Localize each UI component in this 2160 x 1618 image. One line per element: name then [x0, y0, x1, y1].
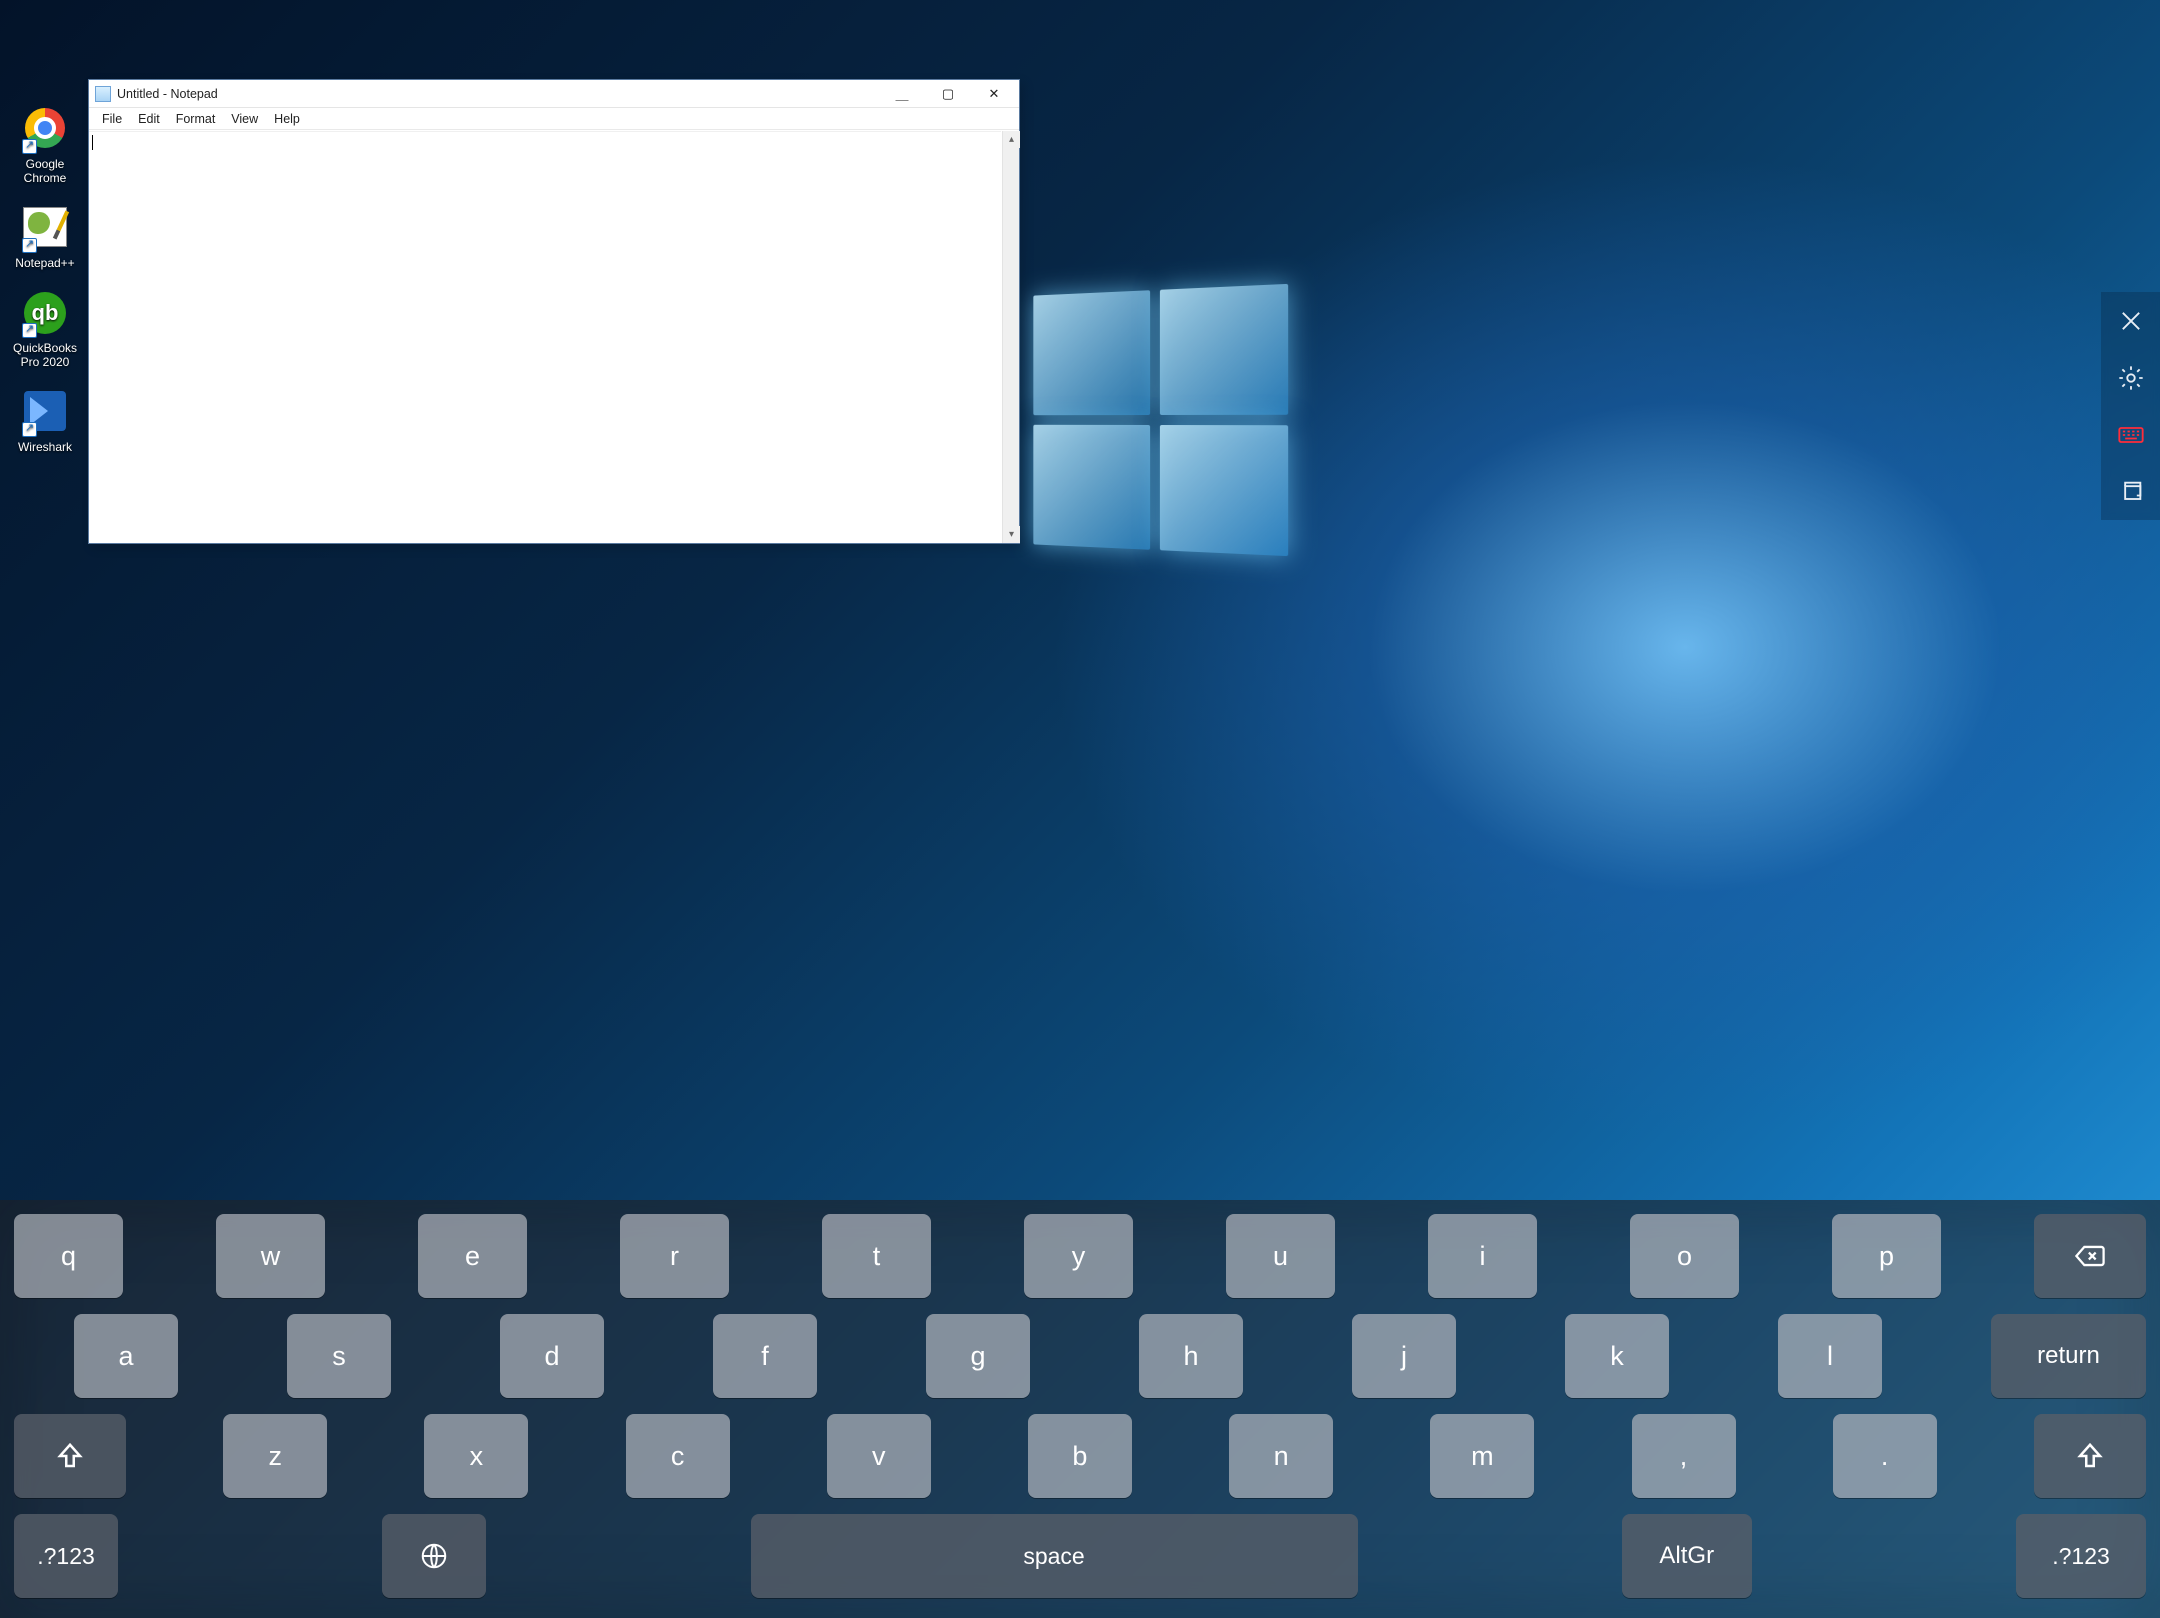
notepad-window: Untitled - Notepad ＿ ▢ ✕ File Edit Forma…	[88, 79, 1020, 544]
text-caret	[92, 135, 93, 150]
key-d[interactable]: d	[500, 1314, 604, 1398]
menu-bar: File Edit Format View Help	[89, 108, 1019, 130]
key-period[interactable]: .	[1833, 1414, 1937, 1498]
key-numbers-right[interactable]: .?123	[2016, 1514, 2146, 1598]
menu-format[interactable]: Format	[169, 110, 223, 128]
panel-keyboard-button[interactable]	[2101, 406, 2160, 463]
gear-icon	[2117, 364, 2145, 392]
close-icon	[2117, 307, 2145, 335]
shortcut-arrow-icon	[22, 139, 37, 154]
key-p[interactable]: p	[1832, 1214, 1941, 1298]
key-a[interactable]: a	[74, 1314, 178, 1398]
menu-file[interactable]: File	[95, 110, 129, 128]
key-shift-left[interactable]	[14, 1414, 126, 1498]
key-q[interactable]: q	[14, 1214, 123, 1298]
key-v[interactable]: v	[827, 1414, 931, 1498]
key-i[interactable]: i	[1428, 1214, 1537, 1298]
key-j[interactable]: j	[1352, 1314, 1456, 1398]
key-shift-right[interactable]	[2034, 1414, 2146, 1498]
menu-help[interactable]: Help	[267, 110, 307, 128]
maximize-button[interactable]: ▢	[925, 80, 971, 108]
shift-icon	[2073, 1441, 2107, 1471]
scroll-down-icon[interactable]: ▾	[1003, 526, 1020, 543]
panel-close-button[interactable]	[2101, 292, 2160, 349]
key-numbers-left[interactable]: .?123	[14, 1514, 118, 1598]
key-r[interactable]: r	[620, 1214, 729, 1298]
key-n[interactable]: n	[1229, 1414, 1333, 1498]
key-m[interactable]: m	[1430, 1414, 1534, 1498]
desktop-icon-label: Google Chrome	[6, 157, 84, 185]
key-x[interactable]: x	[424, 1414, 528, 1498]
key-z[interactable]: z	[223, 1414, 327, 1498]
key-globe[interactable]	[382, 1514, 486, 1598]
desktop-icon-quickbooks[interactable]: qb QuickBooks Pro 2020	[6, 292, 84, 369]
notepad-app-icon	[95, 86, 111, 102]
window-title: Untitled - Notepad	[117, 87, 218, 101]
keyboard-icon	[2117, 421, 2145, 449]
desktop-icon-label: Notepad++	[6, 256, 84, 270]
key-backspace[interactable]	[2034, 1214, 2146, 1298]
key-k[interactable]: k	[1565, 1314, 1669, 1398]
key-h[interactable]: h	[1139, 1314, 1243, 1398]
key-u[interactable]: u	[1226, 1214, 1335, 1298]
key-o[interactable]: o	[1630, 1214, 1739, 1298]
desktop-icon-notepadpp[interactable]: Notepad++	[6, 207, 84, 270]
desktop-icon-label: QuickBooks Pro 2020	[6, 341, 84, 369]
text-editor-area[interactable]	[89, 131, 1001, 543]
key-s[interactable]: s	[287, 1314, 391, 1398]
globe-icon	[419, 1541, 449, 1571]
titlebar[interactable]: Untitled - Notepad ＿ ▢ ✕	[89, 80, 1019, 108]
shortcut-arrow-icon	[22, 422, 37, 437]
panel-settings-button[interactable]	[2101, 349, 2160, 406]
minimize-button[interactable]: ＿	[879, 80, 925, 108]
panel-multiwindow-button[interactable]	[2101, 463, 2160, 520]
key-c[interactable]: c	[626, 1414, 730, 1498]
key-g[interactable]: g	[926, 1314, 1030, 1398]
key-return[interactable]: return	[1991, 1314, 2146, 1398]
key-b[interactable]: b	[1028, 1414, 1132, 1498]
menu-edit[interactable]: Edit	[131, 110, 167, 128]
desktop-icons: Google Chrome Notepad++ qb QuickBooks Pr…	[6, 106, 84, 476]
backspace-icon	[2073, 1241, 2107, 1271]
vertical-scrollbar[interactable]: ▴ ▾	[1002, 131, 1019, 543]
key-e[interactable]: e	[418, 1214, 527, 1298]
key-t[interactable]: t	[822, 1214, 931, 1298]
multi-window-icon	[2117, 478, 2145, 506]
key-comma[interactable]: ,	[1632, 1414, 1736, 1498]
shortcut-arrow-icon	[22, 323, 37, 338]
desktop-icon-label: Wireshark	[6, 440, 84, 454]
close-button[interactable]: ✕	[971, 80, 1017, 108]
key-l[interactable]: l	[1778, 1314, 1882, 1398]
key-space[interactable]: space	[751, 1514, 1358, 1598]
remote-side-panel	[2101, 292, 2160, 520]
shortcut-arrow-icon	[22, 238, 37, 253]
desktop-icon-wireshark[interactable]: Wireshark	[6, 391, 84, 454]
scroll-up-icon[interactable]: ▴	[1003, 131, 1020, 148]
key-y[interactable]: y	[1024, 1214, 1133, 1298]
windows-logo-glow	[1033, 284, 1288, 556]
key-f[interactable]: f	[713, 1314, 817, 1398]
menu-view[interactable]: View	[224, 110, 265, 128]
key-w[interactable]: w	[216, 1214, 325, 1298]
shift-icon	[53, 1441, 87, 1471]
key-altgr[interactable]: AltGr	[1622, 1514, 1752, 1598]
desktop-icon-chrome[interactable]: Google Chrome	[6, 108, 84, 185]
onscreen-keyboard: q w e r t y u i o p a s d f g h j k l return z x c v b n m,. .?1…	[0, 1200, 2160, 1618]
